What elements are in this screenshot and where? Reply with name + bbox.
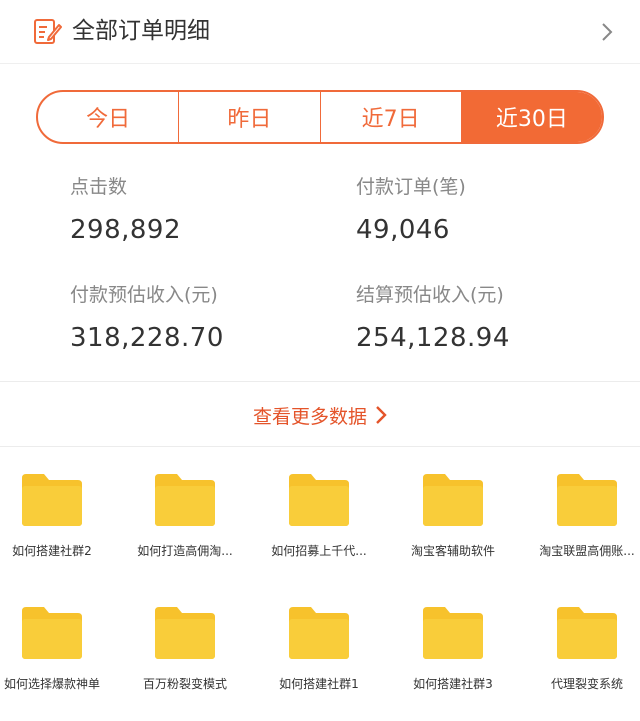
folder-item[interactable]: 如何选择爆款神单: [0, 599, 116, 709]
folder-icon: [155, 474, 215, 526]
chevron-right-icon: [376, 406, 387, 424]
chevron-right-icon: [602, 23, 613, 41]
folder-name: 如何打造高佣淘...: [137, 544, 233, 558]
folder-icon: [289, 607, 349, 659]
order-detail-header[interactable]: 全部订单明细: [0, 0, 640, 64]
stat-settled-estimated-income: 结算预估收入(元) 254,128.94: [356, 283, 510, 353]
folder-item[interactable]: 如何招募上千代...: [255, 466, 383, 576]
folder-item[interactable]: 如何搭建社群3: [389, 599, 517, 709]
folder-item[interactable]: 如何搭建社群2: [0, 466, 116, 576]
stat-value: 254,128.94: [356, 323, 510, 353]
folder-icon: [155, 607, 215, 659]
folder-grid: 如何搭建社群2 如何打造高佣淘... 如何招募上千代... 淘宝客辅助软件 淘宝…: [0, 466, 640, 716]
folder-icon: [22, 474, 82, 526]
stat-clicks: 点击数 298,892: [70, 175, 181, 245]
folder-icon: [22, 607, 82, 659]
folder-icon: [557, 607, 617, 659]
folder-icon: [423, 474, 483, 526]
folder-item[interactable]: 如何打造高佣淘...: [121, 466, 249, 576]
view-more-label: 查看更多数据: [252, 405, 367, 428]
folder-icon: [289, 474, 349, 526]
stat-value: 298,892: [70, 215, 182, 245]
divider: [0, 381, 640, 382]
date-range-tabs: 今日 昨日 近7日 近30日: [36, 90, 604, 144]
folder-name: 如何搭建社群3: [413, 677, 493, 691]
view-more-data-link[interactable]: 查看更多数据: [0, 395, 640, 435]
folder-name: 百万粉裂变模式: [142, 677, 227, 691]
folder-item[interactable]: 代理裂变系统: [523, 599, 640, 709]
stat-paid-orders: 付款订单(笔) 49,046: [356, 175, 466, 245]
stat-label: 付款预估收入(元): [70, 284, 218, 306]
divider: [0, 446, 640, 447]
stat-value: 318,228.70: [70, 323, 224, 353]
stat-label: 结算预估收入(元): [356, 284, 504, 306]
folder-item[interactable]: 淘宝联盟高佣账...: [523, 466, 640, 576]
tab-yesterday[interactable]: 昨日: [179, 92, 321, 142]
document-edit-icon: [34, 19, 62, 44]
folder-item[interactable]: 如何搭建社群1: [255, 599, 383, 709]
folder-name: 如何搭建社群2: [12, 544, 92, 558]
page-title: 全部订单明细: [72, 18, 210, 44]
folder-item[interactable]: 百万粉裂变模式: [121, 599, 249, 709]
tab-last-7-days[interactable]: 近7日: [321, 92, 462, 142]
folder-item[interactable]: 淘宝客辅助软件: [389, 466, 517, 576]
folder-name: 代理裂变系统: [550, 677, 623, 691]
stat-label: 点击数: [70, 176, 128, 198]
folder-name: 淘宝客辅助软件: [410, 544, 495, 558]
folder-name: 如何搭建社群1: [279, 677, 359, 691]
tab-last-30-days[interactable]: 近30日: [461, 92, 602, 142]
stat-paid-estimated-income: 付款预估收入(元) 318,228.70: [70, 283, 224, 353]
folder-name: 如何选择爆款神单: [3, 677, 100, 691]
stat-value: 49,046: [356, 215, 450, 245]
tab-today[interactable]: 今日: [38, 92, 180, 142]
folder-name: 淘宝联盟高佣账...: [539, 544, 635, 558]
stat-label: 付款订单(笔): [356, 176, 466, 198]
folder-name: 如何招募上千代...: [271, 544, 367, 558]
folder-icon: [423, 607, 483, 659]
folder-icon: [557, 474, 617, 526]
